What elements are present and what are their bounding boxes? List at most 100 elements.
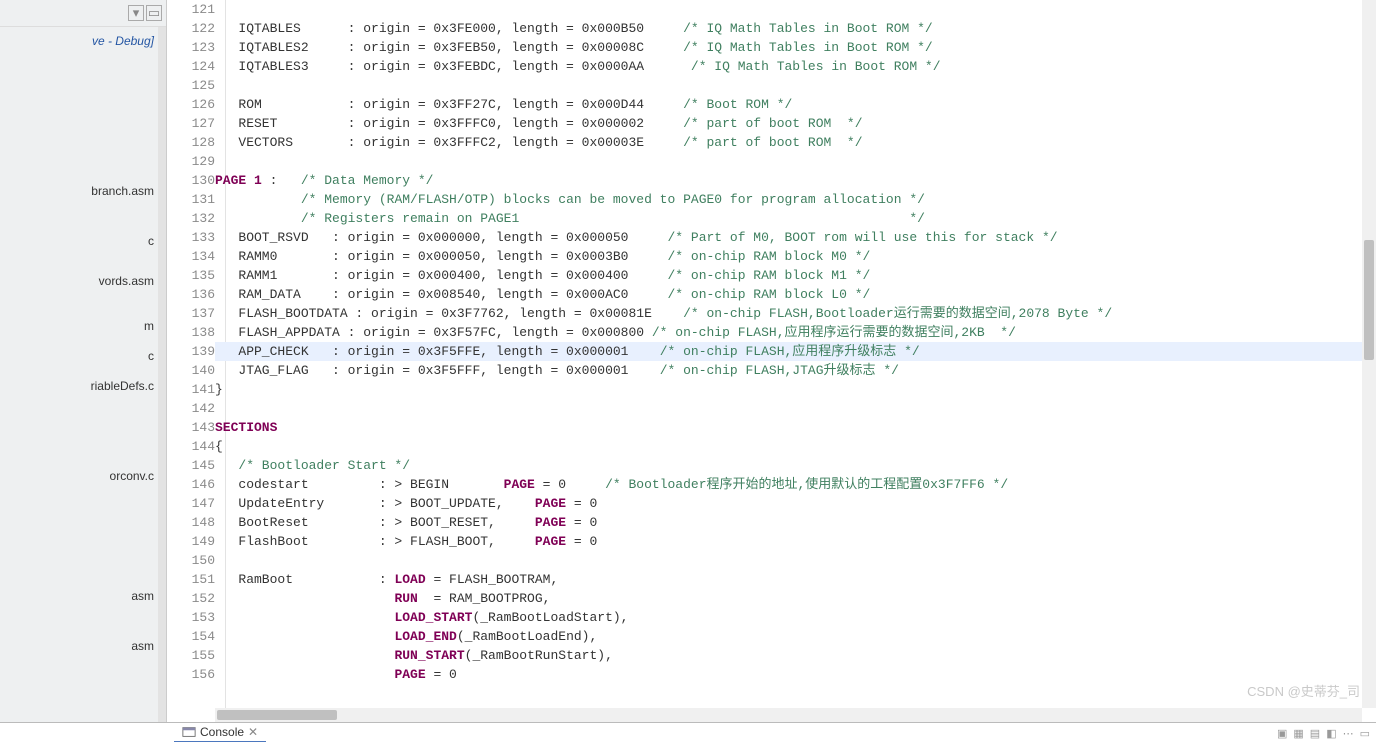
vertical-scrollbar[interactable] <box>1362 0 1376 708</box>
line-number: 131 <box>167 190 215 209</box>
code-line[interactable]: FlashBoot : > FLASH_BOOT, PAGE = 0 <box>215 532 1362 551</box>
horizontal-scroll-thumb[interactable] <box>217 710 337 720</box>
line-number: 153 <box>167 608 215 627</box>
line-number: 142 <box>167 399 215 418</box>
file-item[interactable]: orconv.c <box>0 466 158 486</box>
file-item[interactable]: riableDefs.c <box>0 376 158 396</box>
file-item[interactable]: c <box>0 231 158 251</box>
code-line[interactable]: { <box>215 437 1362 456</box>
code-line[interactable]: RUN = RAM_BOOTPROG, <box>215 589 1362 608</box>
line-number: 136 <box>167 285 215 304</box>
code-area[interactable]: IQTABLES : origin = 0x3FE000, length = 0… <box>215 0 1362 708</box>
line-number: 138 <box>167 323 215 342</box>
code-line[interactable]: RamBoot : LOAD = FLASH_BOOTRAM, <box>215 570 1362 589</box>
line-number: 146 <box>167 475 215 494</box>
console-tab[interactable]: Console ✕ <box>174 723 266 742</box>
line-number: 147 <box>167 494 215 513</box>
line-number: 135 <box>167 266 215 285</box>
code-line[interactable]: BOOT_RSVD : origin = 0x000000, length = … <box>215 228 1362 247</box>
project-explorer: ▾ ▭ ve - Debug]branch.asmcvords.asmmcria… <box>0 0 167 722</box>
collapse-icon[interactable]: ▾ <box>128 5 144 21</box>
line-number: 127 <box>167 114 215 133</box>
line-number: 156 <box>167 665 215 684</box>
line-number: 155 <box>167 646 215 665</box>
line-number: 144 <box>167 437 215 456</box>
line-number: 133 <box>167 228 215 247</box>
code-line[interactable]: BootReset : > BOOT_RESET, PAGE = 0 <box>215 513 1362 532</box>
code-line[interactable]: ROM : origin = 0x3FF27C, length = 0x000D… <box>215 95 1362 114</box>
console-toolbar: ▣ ▦ ▤ ◧ ⋯ ▭ <box>1277 727 1376 740</box>
minimize-icon[interactable]: ▭ <box>146 5 162 21</box>
code-line[interactable]: UpdateEntry : > BOOT_UPDATE, PAGE = 0 <box>215 494 1362 513</box>
line-number: 141 <box>167 380 215 399</box>
code-line[interactable]: RAM_DATA : origin = 0x008540, length = 0… <box>215 285 1362 304</box>
line-number: 121 <box>167 0 215 19</box>
file-item[interactable]: c <box>0 346 158 366</box>
console-action-icon[interactable]: ▤ <box>1310 727 1320 740</box>
sidebar-toolbar: ▾ ▭ <box>0 0 166 27</box>
line-number: 145 <box>167 456 215 475</box>
code-line[interactable] <box>215 76 1362 95</box>
line-number: 152 <box>167 589 215 608</box>
vertical-scroll-thumb[interactable] <box>1364 240 1374 360</box>
code-line[interactable]: /* Memory (RAM/FLASH/OTP) blocks can be … <box>215 190 1362 209</box>
line-number: 139 <box>167 342 215 361</box>
line-number: 154 <box>167 627 215 646</box>
console-icon <box>182 725 196 739</box>
code-line[interactable]: FLASH_BOOTDATA : origin = 0x3F7762, leng… <box>215 304 1362 323</box>
file-item[interactable]: asm <box>0 586 158 606</box>
project-title: ve - Debug] <box>0 31 158 51</box>
console-action-icon[interactable]: ▦ <box>1293 727 1303 740</box>
console-action-icon[interactable]: ◧ <box>1326 727 1336 740</box>
line-number: 122 <box>167 19 215 38</box>
code-line[interactable]: RUN_START(_RamBootRunStart), <box>215 646 1362 665</box>
file-tree[interactable]: ve - Debug]branch.asmcvords.asmmcriableD… <box>0 27 166 722</box>
file-item[interactable]: m <box>0 316 158 336</box>
line-number: 137 <box>167 304 215 323</box>
line-number: 128 <box>167 133 215 152</box>
file-item[interactable]: branch.asm <box>0 181 158 201</box>
code-line[interactable]: JTAG_FLAG : origin = 0x3F5FFF, length = … <box>215 361 1362 380</box>
code-line[interactable]: IQTABLES3 : origin = 0x3FEBDC, length = … <box>215 57 1362 76</box>
code-line[interactable]: IQTABLES2 : origin = 0x3FEB50, length = … <box>215 38 1362 57</box>
line-number: 130 <box>167 171 215 190</box>
code-line[interactable]: PAGE = 0 <box>215 665 1362 684</box>
line-number: 151 <box>167 570 215 589</box>
console-action-icon[interactable]: ▭ <box>1360 727 1370 740</box>
code-line[interactable]: SECTIONS <box>215 418 1362 437</box>
code-line[interactable]: /* Bootloader Start */ <box>215 456 1362 475</box>
line-number: 140 <box>167 361 215 380</box>
code-editor[interactable]: 1211221231241251261271281291301311321331… <box>167 0 1376 722</box>
console-tab-close[interactable]: ✕ <box>248 725 258 739</box>
code-line[interactable]: RAMM1 : origin = 0x000400, length = 0x00… <box>215 266 1362 285</box>
code-line[interactable]: IQTABLES : origin = 0x3FE000, length = 0… <box>215 19 1362 38</box>
code-line[interactable]: } <box>215 380 1362 399</box>
line-number: 124 <box>167 57 215 76</box>
line-number: 148 <box>167 513 215 532</box>
file-item[interactable]: vords.asm <box>0 271 158 291</box>
code-line[interactable] <box>215 152 1362 171</box>
console-action-icon[interactable]: ⋯ <box>1343 727 1354 740</box>
code-line[interactable] <box>215 399 1362 418</box>
bottom-panel: Console ✕ ▣ ▦ ▤ ◧ ⋯ ▭ <box>0 722 1376 742</box>
line-number: 149 <box>167 532 215 551</box>
code-line[interactable]: FLASH_APPDATA : origin = 0x3F57FC, lengt… <box>215 323 1362 342</box>
code-line[interactable]: codestart : > BEGIN PAGE = 0 /* Bootload… <box>215 475 1362 494</box>
code-line[interactable]: APP_CHECK : origin = 0x3F5FFE, length = … <box>215 342 1362 361</box>
code-line[interactable]: RAMM0 : origin = 0x000050, length = 0x00… <box>215 247 1362 266</box>
horizontal-scrollbar[interactable] <box>215 708 1362 722</box>
code-line[interactable]: LOAD_START(_RamBootLoadStart), <box>215 608 1362 627</box>
code-line[interactable]: RESET : origin = 0x3FFFC0, length = 0x00… <box>215 114 1362 133</box>
code-line[interactable]: PAGE 1 : /* Data Memory */ <box>215 171 1362 190</box>
console-action-icon[interactable]: ▣ <box>1277 727 1287 740</box>
code-line[interactable]: /* Registers remain on PAGE1 */ <box>215 209 1362 228</box>
code-line[interactable]: LOAD_END(_RamBootLoadEnd), <box>215 627 1362 646</box>
line-number: 126 <box>167 95 215 114</box>
line-number: 132 <box>167 209 215 228</box>
code-line[interactable] <box>215 551 1362 570</box>
line-number: 143 <box>167 418 215 437</box>
code-line[interactable] <box>215 0 1362 19</box>
line-number: 125 <box>167 76 215 95</box>
file-item[interactable]: asm <box>0 636 158 656</box>
code-line[interactable]: VECTORS : origin = 0x3FFFC2, length = 0x… <box>215 133 1362 152</box>
